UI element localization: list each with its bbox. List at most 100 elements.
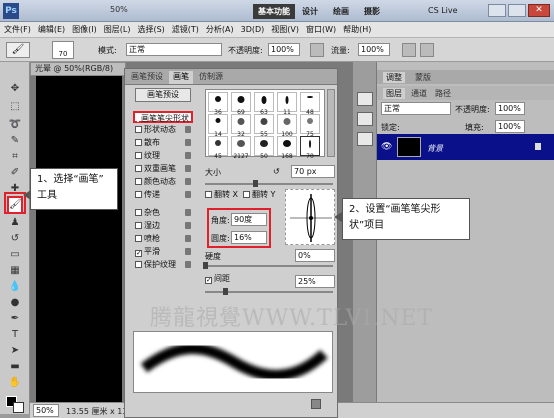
brush-tip[interactable]: 2127 <box>231 136 251 160</box>
workspace-design[interactable]: 设计 <box>302 6 318 17</box>
shape-tool-icon[interactable]: ▬ <box>7 360 23 374</box>
flip-x-checkbox[interactable]: 翻转 X <box>205 189 238 200</box>
tablet-size-icon[interactable] <box>420 43 434 57</box>
option-shape-dynamics[interactable]: 形状动态 <box>135 124 176 136</box>
airbrush-icon[interactable] <box>402 43 416 57</box>
workspace-photo[interactable]: 摄影 <box>364 6 380 17</box>
menu-layer[interactable]: 图层(L) <box>104 24 131 35</box>
lock-icon[interactable] <box>185 152 191 159</box>
brush-tip[interactable]: 168 <box>277 136 297 160</box>
lock-icon[interactable] <box>185 191 191 198</box>
spacing-slider-thumb[interactable] <box>223 288 228 295</box>
zoom-field[interactable]: 50% <box>33 404 59 417</box>
flip-y-checkbox[interactable]: 翻转 Y <box>243 189 275 200</box>
size-slider-thumb[interactable] <box>253 180 258 187</box>
option-tip-shape[interactable]: 画笔笔尖形状 <box>133 111 193 123</box>
eyedropper-tool-icon[interactable]: ✐ <box>7 166 23 180</box>
close-button[interactable]: ✕ <box>528 4 550 17</box>
option-checkbox[interactable] <box>135 222 142 229</box>
brush-tip[interactable]: 14 <box>208 114 228 138</box>
workspace-essentials-button[interactable]: 基本功能 <box>253 4 295 19</box>
lasso-tool-icon[interactable]: ➰ <box>7 118 23 132</box>
brush-tip[interactable]: 63 <box>254 92 274 116</box>
zoom-dropdown[interactable]: 50% <box>110 5 128 14</box>
menu-image[interactable]: 图像(I) <box>72 24 97 35</box>
lock-icon[interactable] <box>185 222 191 229</box>
brush-tip[interactable]: 45 <box>208 136 228 160</box>
tab-brush-presets[interactable]: 画笔预设 <box>127 71 167 84</box>
brush-tip[interactable]: 32 <box>231 114 251 138</box>
option-checkbox[interactable] <box>135 152 142 159</box>
layer-opacity-field[interactable]: 100% <box>495 102 525 115</box>
option-checkbox-checked[interactable]: ✓ <box>135 250 142 257</box>
gradient-tool-icon[interactable]: ▦ <box>7 264 23 278</box>
menu-help[interactable]: 帮助(H) <box>343 24 371 35</box>
option-checkbox[interactable] <box>135 209 142 216</box>
lock-icon[interactable] <box>185 165 191 172</box>
brush-tip[interactable]: 50 <box>254 136 274 160</box>
option-airbrush[interactable]: 喷枪 <box>135 233 160 245</box>
move-tool-icon[interactable]: ✥ <box>7 82 23 96</box>
history-icon[interactable] <box>357 92 373 106</box>
crop-tool-icon[interactable]: ⌗ <box>7 150 23 164</box>
menu-file[interactable]: 文件(F) <box>4 24 31 35</box>
pen-tool-icon[interactable]: ✒ <box>7 312 23 326</box>
menu-analysis[interactable]: 分析(A) <box>206 24 234 35</box>
tab-adjustments[interactable]: 调整 <box>383 72 405 83</box>
option-checkbox[interactable] <box>135 139 142 146</box>
option-checkbox[interactable] <box>135 235 142 242</box>
option-checkbox[interactable] <box>135 191 142 198</box>
tab-brush[interactable]: 画笔 <box>169 71 193 84</box>
option-dual-brush[interactable]: 双重画笔 <box>135 163 176 175</box>
lock-icon[interactable] <box>185 248 191 255</box>
brush-tip[interactable]: 11 <box>277 92 297 116</box>
stamp-tool-icon[interactable]: ♟ <box>7 216 23 230</box>
menu-edit[interactable]: 编辑(E) <box>38 24 65 35</box>
workspace-paint[interactable]: 绘画 <box>333 6 349 17</box>
brush-presets-button[interactable]: 画笔预设 <box>135 88 191 102</box>
menu-3d[interactable]: 3D(D) <box>241 25 265 34</box>
size-slider[interactable] <box>205 183 333 185</box>
tab-masks[interactable]: 蒙版 <box>415 72 431 83</box>
brush-tip[interactable]: 100 <box>277 114 297 138</box>
eraser-tool-icon[interactable]: ▭ <box>7 248 23 262</box>
new-brush-icon[interactable] <box>311 399 321 409</box>
brush-tip-selected[interactable]: 70 <box>300 136 320 160</box>
menu-select[interactable]: 选择(S) <box>137 24 164 35</box>
fill-field[interactable]: 100% <box>495 120 525 133</box>
dodge-tool-icon[interactable]: ● <box>7 296 23 310</box>
cslive-button[interactable]: CS Live <box>428 6 458 15</box>
option-checkbox[interactable] <box>135 165 142 172</box>
mode-select[interactable]: 正常 <box>126 43 222 56</box>
type-tool-icon[interactable]: T <box>7 328 23 342</box>
grid-scrollbar[interactable] <box>327 89 335 157</box>
lock-icon[interactable] <box>185 235 191 242</box>
spacing-checkbox[interactable]: ✓ 间距 <box>205 273 230 284</box>
option-noise[interactable]: 杂色 <box>135 207 160 219</box>
brush-panel-icon[interactable] <box>357 132 373 146</box>
option-protect-texture[interactable]: 保护纹理 <box>135 259 176 271</box>
history-brush-tool-icon[interactable]: ↺ <box>7 232 23 246</box>
path-select-tool-icon[interactable]: ➤ <box>7 344 23 358</box>
hand-tool-icon[interactable]: ✋ <box>7 376 23 390</box>
reset-size-icon[interactable]: ↺ <box>273 167 280 176</box>
menu-window[interactable]: 窗口(W) <box>306 24 336 35</box>
visibility-eye-icon[interactable]: 👁 <box>381 142 392 152</box>
option-wet-edges[interactable]: 湿边 <box>135 220 160 232</box>
menu-view[interactable]: 视图(V) <box>271 24 299 35</box>
tab-layers[interactable]: 图层 <box>383 88 405 99</box>
tab-clone-source[interactable]: 仿制源 <box>195 71 227 84</box>
background-color[interactable] <box>13 402 24 413</box>
actions-icon[interactable] <box>357 112 373 126</box>
hardness-slider[interactable] <box>205 265 333 267</box>
opacity-field[interactable]: 100% <box>268 43 300 56</box>
option-scattering[interactable]: 散布 <box>135 137 160 149</box>
minimize-button[interactable] <box>488 4 506 17</box>
hardness-slider-thumb[interactable] <box>203 262 208 269</box>
option-smoothing[interactable]: ✓ 平滑 <box>135 246 160 258</box>
tablet-opacity-icon[interactable] <box>310 43 324 57</box>
brush-preset-picker[interactable]: 70 <box>52 41 74 59</box>
document-tab[interactable]: 光晕 @ 50%(RGB/8) <box>30 62 126 76</box>
canvas[interactable] <box>36 76 122 402</box>
blend-mode-select[interactable]: 正常 <box>381 102 451 115</box>
